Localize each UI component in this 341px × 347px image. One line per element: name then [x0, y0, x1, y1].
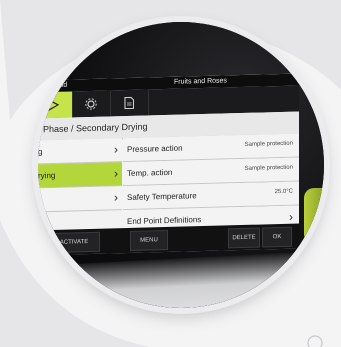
chevron-right-icon: › [114, 142, 118, 157]
gear-icon [85, 98, 97, 110]
chevron-right-icon: › [114, 190, 118, 205]
chevron-right-icon: › [114, 166, 118, 181]
safety-temperature-label: Safety Temperature [127, 191, 197, 203]
play-icon [48, 99, 60, 112]
delete-button[interactable]: DELETE [228, 227, 260, 249]
tab-start[interactable] [38, 91, 73, 119]
control-knob[interactable] [304, 188, 324, 244]
left-list-item[interactable]: › [38, 186, 122, 213]
tab-settings[interactable] [72, 90, 111, 118]
device-lens: load Fruits and Roses / Phase / Secondar… [38, 22, 324, 308]
left-list-item[interactable]: g › [38, 138, 122, 165]
activate-button[interactable]: ACTIVATE [48, 231, 100, 254]
left-list-item-label: g [38, 147, 43, 157]
device-screen: load Fruits and Roses / Phase / Secondar… [38, 73, 299, 256]
left-list-item-label: rying [38, 170, 56, 181]
tab-document[interactable] [110, 89, 149, 117]
pressure-action-label: Pressure action [127, 143, 183, 155]
safety-temperature-value: 25.0°C [274, 188, 293, 196]
left-list-item-selected[interactable]: rying › [38, 162, 122, 189]
status-left-text: load [54, 81, 68, 89]
temp-action-value: Sample protection [244, 164, 293, 172]
document-icon [124, 96, 135, 110]
chevron-right-icon: › [289, 209, 293, 224]
menu-button[interactable]: MENU [130, 229, 168, 251]
end-point-definitions-label: End Point Definitions [127, 215, 202, 227]
screenshot-frame: load Fruits and Roses / Phase / Secondar… [0, 0, 341, 347]
temp-action-label: Temp. action [127, 167, 173, 179]
ok-button[interactable]: OK [262, 226, 292, 248]
pressure-action-value: Sample protection [244, 140, 293, 148]
breadcrumb-text: / Phase / Secondary Drying [38, 121, 148, 135]
